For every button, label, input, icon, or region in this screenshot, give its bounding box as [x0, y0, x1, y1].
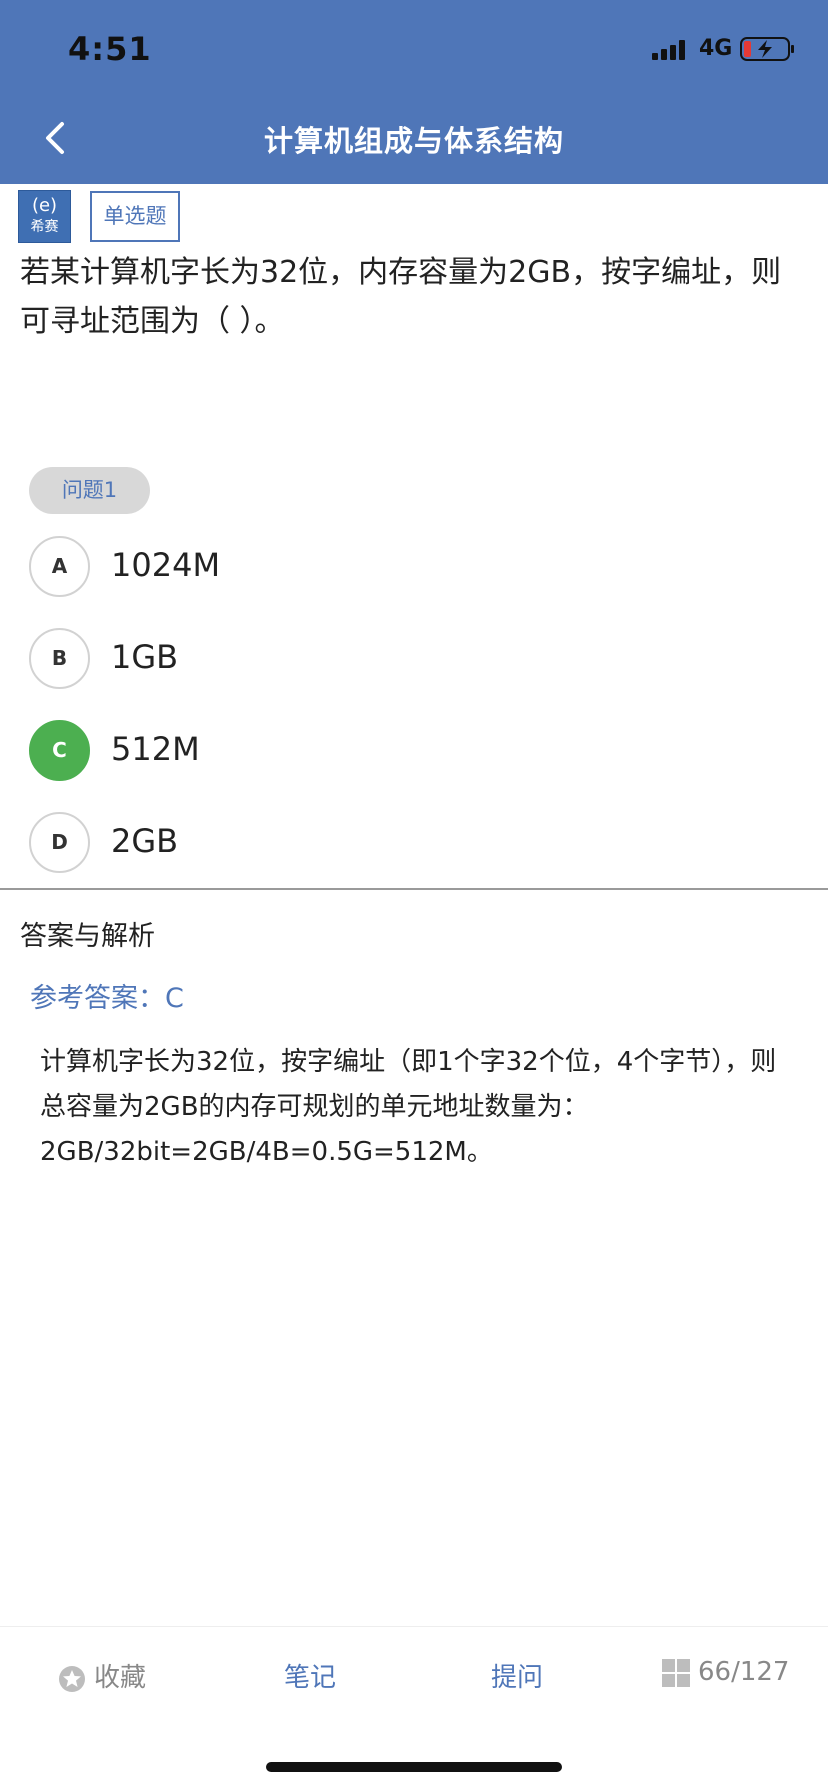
option-letter: D — [29, 812, 90, 873]
option-letter: C — [29, 720, 90, 781]
divider — [0, 888, 828, 890]
signal-icon — [652, 40, 685, 60]
analysis-title: 答案与解析 — [20, 921, 155, 952]
explanation-text: 计算机字长为32位，按字编址（即1个字32个位，4个字节），则总容量为2GB的内… — [40, 1047, 777, 1167]
brand-logo: (e) 希赛 — [18, 190, 71, 243]
network-label: 4G — [699, 36, 733, 61]
header: 4:51 4G 计算机组成与体系结构 — [0, 0, 828, 184]
question-tag: 问题1 — [29, 467, 150, 514]
progress-button[interactable]: 66/127 — [662, 1657, 789, 1687]
status-time: 4:51 — [68, 30, 152, 68]
bottom-toolbar: 收藏 笔记 提问 66/127 — [0, 1626, 828, 1722]
grid-icon — [662, 1658, 690, 1687]
option-d[interactable]: D 2GB — [29, 812, 729, 874]
reference-answer: 参考答案：C — [30, 983, 184, 1014]
battery-charging-icon — [740, 37, 794, 61]
logo-text: 希赛 — [30, 219, 59, 235]
option-c[interactable]: C 512M — [29, 720, 729, 782]
option-text: 1GB — [111, 638, 179, 676]
option-letter: A — [29, 536, 90, 597]
progress-label: 66/127 — [698, 1657, 790, 1687]
option-text: 1024M — [111, 546, 221, 584]
option-letter: B — [29, 628, 90, 689]
favorite-label: 收藏 — [94, 1663, 147, 1693]
option-b[interactable]: B 1GB — [29, 628, 729, 690]
ask-button[interactable]: 提问 — [491, 1657, 543, 1694]
page-title: 计算机组成与体系结构 — [263, 124, 564, 158]
home-indicator[interactable] — [266, 1762, 562, 1772]
note-button[interactable]: 笔记 — [284, 1657, 336, 1694]
option-text: 2GB — [111, 822, 179, 860]
question-text: 若某计算机字长为32位，内存容量为2GB，按字编址，则可寻址范围为（ ）。 — [20, 255, 782, 339]
star-icon — [59, 1665, 85, 1692]
favorite-button[interactable]: 收藏 — [58, 1657, 146, 1694]
option-text: 512M — [111, 730, 200, 768]
logo-mark: (e) — [31, 195, 58, 216]
question-type-badge: 单选题 — [90, 191, 180, 242]
option-a[interactable]: A 1024M — [29, 536, 729, 598]
